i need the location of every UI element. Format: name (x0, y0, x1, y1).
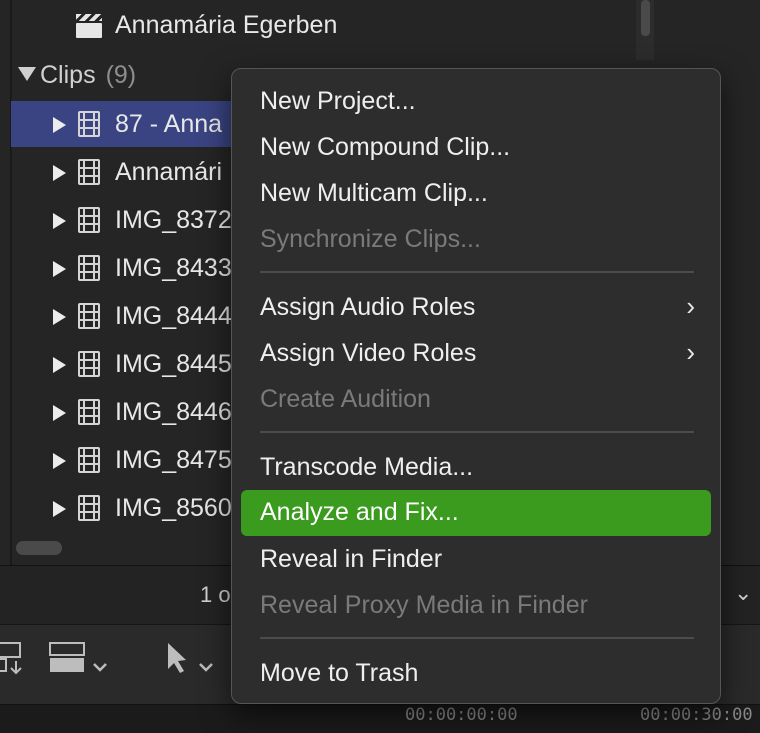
film-strip-icon (78, 351, 100, 377)
disclosure-open-icon[interactable] (18, 67, 36, 81)
clip-label: IMG_8446 (115, 398, 232, 426)
clip-label: IMG_8444 (115, 302, 232, 330)
menu-item-create-audition: Create Audition (260, 385, 431, 413)
clips-group-header[interactable]: Clips (9) (18, 61, 136, 91)
menu-item-move-to-trash[interactable]: Move to Trash (241, 651, 711, 697)
menu-separator (260, 431, 694, 433)
timeline-ruler[interactable]: 00:00:00:00 00:00:30:00 (0, 704, 760, 733)
clip-label: IMG_8445 (115, 350, 232, 378)
timecode-start: 00:00:00:00 (405, 705, 518, 725)
clip-label: IMG_8560 (115, 494, 232, 522)
disclosure-triangle-icon[interactable] (53, 117, 66, 133)
menu-item-assign-audio-roles[interactable]: Assign Audio Roles › (241, 285, 711, 331)
event-item[interactable]: Annamária Egerben (0, 2, 640, 48)
clip-label: Annamári (115, 158, 222, 186)
clip-label: IMG_8475 (115, 446, 232, 474)
menu-separator (260, 637, 694, 639)
clips-group-title: Clips (40, 61, 96, 89)
disclosure-triangle-icon[interactable] (53, 501, 66, 517)
overwrite-clip-icon[interactable] (49, 642, 107, 672)
menu-item-new-compound-clip[interactable]: New Compound Clip... (241, 125, 711, 171)
film-strip-icon (78, 303, 100, 329)
append-clip-icon[interactable] (0, 642, 22, 675)
vertical-scroll-thumb[interactable] (641, 0, 650, 36)
disclosure-triangle-icon[interactable] (53, 261, 66, 277)
disclosure-triangle-icon[interactable] (53, 453, 66, 469)
menu-item-reveal-proxy-media: Reveal Proxy Media in Finder (260, 591, 588, 619)
chevron-right-icon: › (686, 291, 695, 321)
clips-group-count: (9) (105, 61, 137, 89)
clip-label: IMG_8372 (115, 206, 232, 234)
film-strip-icon (78, 207, 100, 233)
film-strip-icon (78, 255, 100, 281)
menu-item-new-multicam-clip[interactable]: New Multicam Clip... (241, 171, 711, 217)
clapperboard-icon (76, 14, 102, 38)
toolbar-icons (0, 642, 213, 675)
film-strip-icon (78, 399, 100, 425)
horizontal-scroll-thumb[interactable] (16, 541, 62, 555)
chevron-down-icon[interactable]: ⌄ (734, 580, 752, 606)
selection-status-text: 1 o (200, 582, 231, 607)
film-strip-icon (78, 495, 100, 521)
film-strip-icon (78, 447, 100, 473)
disclosure-triangle-icon[interactable] (53, 165, 66, 181)
menu-item-transcode-media[interactable]: Transcode Media... (241, 445, 711, 491)
disclosure-triangle-icon[interactable] (53, 405, 66, 421)
menu-item-analyze-and-fix[interactable]: Analyze and Fix... (241, 490, 711, 536)
menu-separator (260, 271, 694, 273)
film-strip-icon (78, 159, 100, 185)
menu-item-synchronize-clips: Synchronize Clips... (260, 225, 481, 253)
chevron-right-icon: › (686, 337, 695, 367)
film-strip-icon (78, 111, 100, 137)
disclosure-triangle-icon[interactable] (53, 309, 66, 325)
disclosure-triangle-icon[interactable] (53, 357, 66, 373)
clip-label: IMG_8433 (115, 254, 232, 282)
menu-item-reveal-in-finder[interactable]: Reveal in Finder (241, 537, 711, 583)
timecode-end: 00:00:30:00 (640, 705, 753, 725)
context-menu: New Project... New Compound Clip... New … (231, 68, 721, 704)
event-item-label: Annamária Egerben (115, 11, 338, 39)
disclosure-triangle-icon[interactable] (53, 213, 66, 229)
menu-item-new-project[interactable]: New Project... (241, 79, 711, 125)
menu-item-assign-video-roles[interactable]: Assign Video Roles › (241, 331, 711, 377)
clip-label: 87 - Anna (115, 110, 223, 138)
select-tool-icon[interactable] (168, 643, 213, 673)
